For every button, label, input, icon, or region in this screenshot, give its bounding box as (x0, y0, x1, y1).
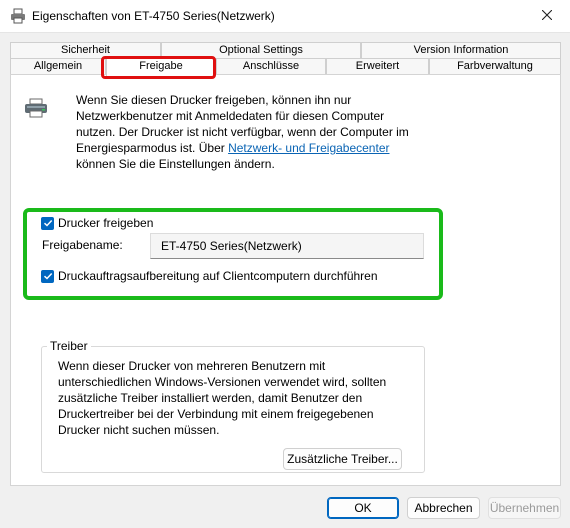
tab-label: Anschlüsse (242, 60, 300, 72)
tab-highlight-annotation (101, 56, 216, 79)
tab-label: Farbverwaltung (457, 60, 533, 72)
ok-button[interactable]: OK (327, 497, 399, 519)
tab-label: Allgemein (33, 60, 83, 72)
share-name-label: Freigabename: (42, 238, 123, 252)
tab-version-information[interactable]: Version Information (361, 42, 561, 58)
render-jobs-checkbox[interactable] (41, 270, 54, 283)
close-icon (541, 9, 553, 23)
tab-allgemein[interactable]: Allgemein (10, 58, 106, 74)
checkmark-icon (43, 270, 53, 284)
apply-button[interactable]: Übernehmen (488, 497, 561, 519)
additional-drivers-button[interactable]: Zusätzliche Treiber... (283, 448, 402, 470)
printer-icon (24, 98, 48, 118)
title-bar: Eigenschaften von ET-4750 Series(Netzwer… (0, 0, 570, 33)
window-title: Eigenschaften von ET-4750 Series(Netzwer… (32, 9, 275, 23)
network-sharing-center-link[interactable]: Netzwerk- und Freigabecenter (228, 141, 389, 155)
info-text-part: können Sie die Einstellungen ändern. (76, 157, 275, 171)
tab-row-upper: Sicherheit Optional Settings Version Inf… (10, 42, 561, 58)
share-name-input[interactable] (150, 233, 424, 259)
cancel-button[interactable]: Abbrechen (407, 497, 480, 519)
tab-label: Optional Settings (219, 44, 303, 56)
printer-icon (10, 8, 26, 24)
checkmark-icon (43, 217, 53, 231)
render-jobs-label[interactable]: Druckauftragsaufbereitung auf Clientcomp… (58, 269, 378, 283)
share-printer-checkbox[interactable] (41, 217, 54, 230)
tab-label: Version Information (413, 44, 509, 56)
tab-label: Sicherheit (61, 44, 110, 56)
tab-row-lower: Allgemein Freigabe Anschlüsse Erweitert … (10, 58, 561, 76)
drivers-group-title: Treiber (47, 339, 91, 353)
tab-anschluesse[interactable]: Anschlüsse (216, 58, 326, 74)
sharing-info-text: Wenn Sie diesen Drucker freigeben, könne… (76, 92, 416, 172)
tab-label: Erweitert (355, 60, 400, 72)
share-printer-label[interactable]: Drucker freigeben (58, 216, 153, 230)
drivers-description: Wenn dieser Drucker von mehreren Benutze… (58, 359, 387, 437)
tab-erweitert[interactable]: Erweitert (326, 58, 429, 74)
close-button[interactable] (524, 0, 570, 32)
tab-farbverwaltung[interactable]: Farbverwaltung (429, 58, 561, 74)
